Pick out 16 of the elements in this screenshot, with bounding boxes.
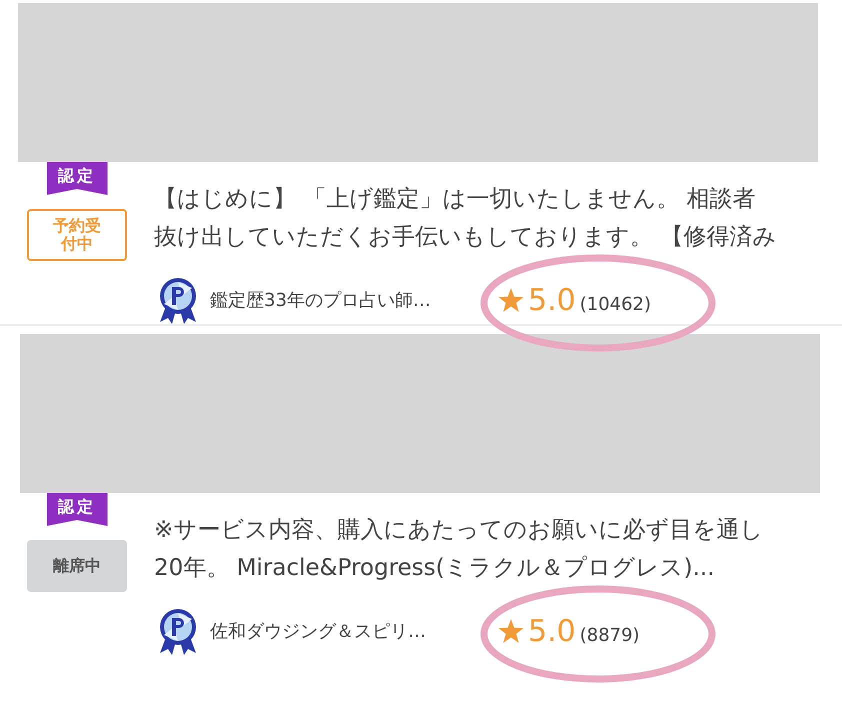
rating-score: 5.0 [528, 282, 576, 318]
review-count: (8879) [580, 624, 640, 646]
rating-score: 5.0 [528, 614, 576, 648]
description-line: 20年。 Miracle&Progress(ミラクル＆プログレス)... [154, 554, 716, 583]
description-line: 【はじめに】 「上げ鑑定」は一切いたしません。 相談者 [154, 185, 757, 214]
description-line: 抜け出していただくお手伝いもしております。 【修得済み [154, 223, 776, 252]
certified-ribbon: 認定 [46, 162, 108, 195]
review-count: (10462) [580, 294, 652, 314]
author-name[interactable]: 佐和ダウジング＆スピリ… [210, 619, 490, 643]
status-badge: 予約受付中 [27, 209, 127, 261]
description-line: ※サービス内容、購入にあたってのお願いに必ず目を通し [154, 516, 764, 545]
status-badge: 離席中 [27, 540, 127, 592]
author-name[interactable]: 鑑定歴33年のプロ占い師… [210, 288, 490, 312]
star-icon [498, 618, 524, 644]
star-icon [498, 287, 524, 313]
certified-ribbon: 認定 [46, 493, 108, 526]
